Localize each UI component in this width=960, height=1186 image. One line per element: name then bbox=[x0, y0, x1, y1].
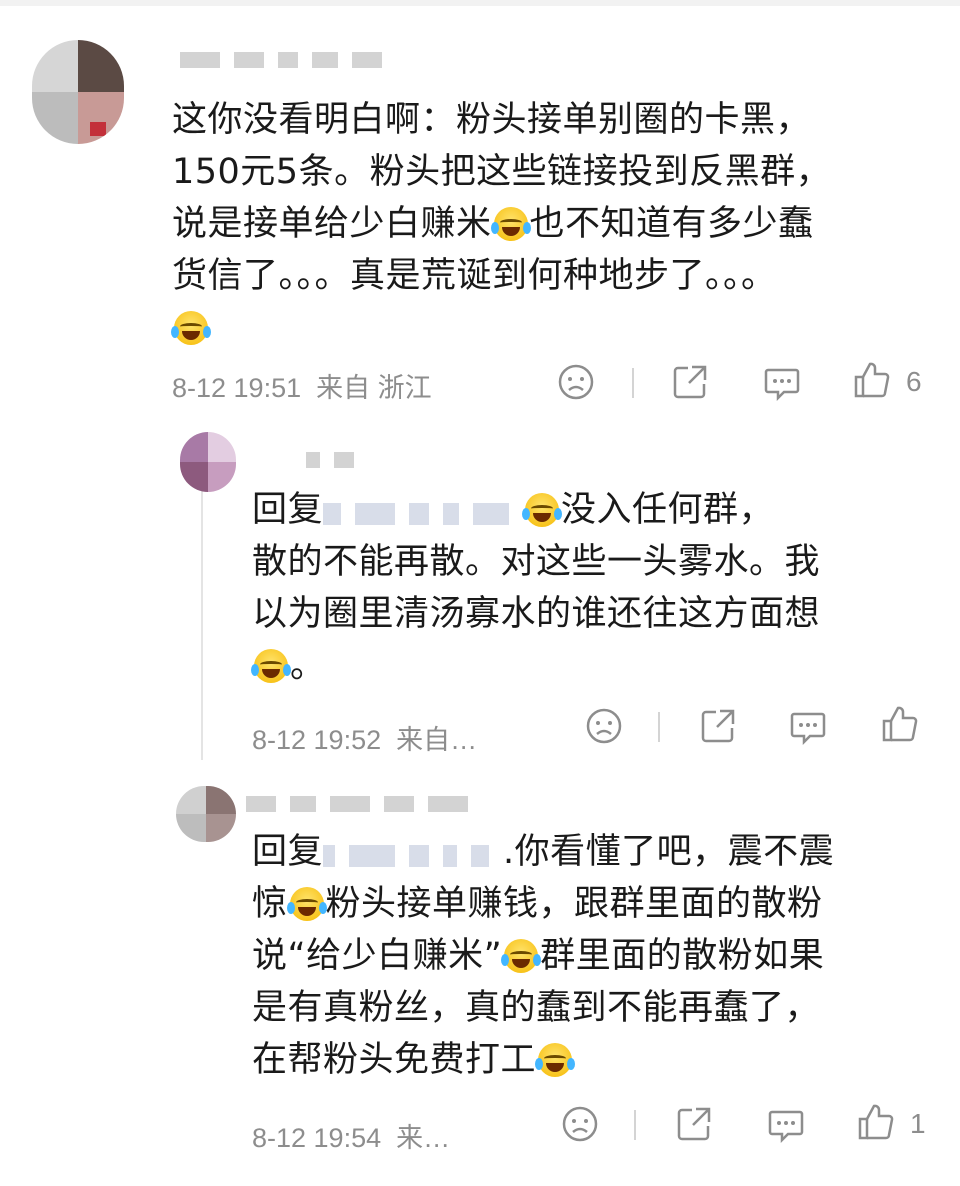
comment-line: 也不知道有多少蠢 bbox=[529, 204, 814, 244]
reply-prefix: 回复 bbox=[252, 490, 324, 530]
reply-line: 说“给少白赚米” bbox=[252, 936, 503, 976]
reply-line: .你看懂了吧，震不震 bbox=[503, 832, 835, 872]
crying-laughing-emoji bbox=[490, 207, 531, 241]
timestamp: 8-12 19:52 bbox=[252, 725, 382, 755]
share-icon[interactable] bbox=[674, 1104, 714, 1144]
username-blurred[interactable] bbox=[180, 52, 382, 68]
reply-line: 。 bbox=[290, 646, 326, 686]
share-icon[interactable] bbox=[698, 706, 738, 746]
avatar[interactable] bbox=[180, 432, 236, 492]
reply-text: 回复 .你看懂了吧，震不震惊粉头接单赚钱，跟群里面的散粉说“给少白赚米” 群里面的散… bbox=[252, 826, 912, 1086]
reply-line: 是有真粉丝，真的蠢到不能再蠢了， bbox=[252, 988, 821, 1028]
top-divider bbox=[0, 0, 960, 6]
reply-line: 粉头接单赚钱，跟群里面的散粉 bbox=[325, 884, 823, 924]
avatar[interactable] bbox=[176, 786, 236, 842]
thumbs-up-icon[interactable] bbox=[880, 704, 920, 744]
divider bbox=[634, 1110, 636, 1140]
reply-line: 群里面的散粉如果 bbox=[540, 936, 825, 976]
sad-face-icon[interactable] bbox=[584, 706, 624, 746]
divider bbox=[658, 712, 660, 742]
reply-line: 以为圈里清汤寡水的谁还往这方面想 bbox=[252, 594, 821, 634]
comment-icon[interactable] bbox=[788, 706, 828, 746]
timestamp: 8-12 19:54 bbox=[252, 1123, 382, 1153]
crying-laughing-emoji bbox=[171, 311, 211, 345]
comment-line: 货信了。。。真是荒诞到何种地步了。。。 bbox=[172, 256, 777, 296]
share-icon[interactable] bbox=[670, 362, 710, 402]
comment-line: 150元5条。粉头把这些链接投到反黑群， bbox=[172, 152, 832, 192]
reply-meta: 8-12 19:54 来… bbox=[252, 1116, 450, 1155]
location: 来自 浙江 bbox=[316, 373, 432, 403]
crying-laughing-emoji bbox=[286, 887, 327, 921]
comment-meta: 8-12 19:51 来自 浙江 bbox=[172, 366, 432, 405]
reply-line: 没入任何群， bbox=[561, 490, 775, 530]
reply-line: 惊 bbox=[252, 884, 288, 924]
location: 来自… bbox=[396, 725, 478, 755]
sad-face-icon[interactable] bbox=[560, 1104, 600, 1144]
timestamp: 8-12 19:51 bbox=[172, 373, 302, 403]
username-blurred[interactable] bbox=[306, 452, 354, 468]
comment-icon[interactable] bbox=[762, 362, 802, 402]
reply-line: 散的不能再散。对这些一头雾水。我 bbox=[252, 542, 821, 582]
reply-prefix: 回复 bbox=[252, 832, 324, 872]
like-count: 1 bbox=[910, 1108, 926, 1139]
comment-icon[interactable] bbox=[766, 1104, 806, 1144]
crying-laughing-emoji bbox=[501, 939, 542, 973]
comment-line: 这你没看明白啊：粉头接单别圈的卡黑， bbox=[172, 100, 812, 140]
crying-laughing-emoji bbox=[535, 1043, 576, 1077]
reply-text: 回复 没入任何群， 散的不能再散。对这些一头雾水。我 以为圈里清汤寡水的谁还往这方面想… bbox=[251, 484, 912, 692]
sad-face-icon[interactable] bbox=[556, 362, 596, 402]
avatar[interactable] bbox=[32, 40, 124, 144]
reply-meta: 8-12 19:52 来自… bbox=[252, 718, 477, 757]
comment-text: 这你没看明白啊：粉头接单别圈的卡黑， 150元5条。粉头把这些链接投到反黑群， 说是… bbox=[171, 94, 932, 354]
comment-line: 说是接单给少白赚米 bbox=[172, 204, 492, 244]
like-count: 6 bbox=[906, 366, 922, 397]
thumbs-up-icon[interactable] bbox=[856, 1102, 896, 1142]
crying-laughing-emoji bbox=[522, 493, 563, 527]
username-blurred[interactable] bbox=[246, 796, 468, 812]
thumbs-up-icon[interactable] bbox=[852, 360, 892, 400]
location: 来… bbox=[396, 1123, 451, 1153]
mentioned-user-blurred[interactable] bbox=[323, 830, 503, 867]
divider bbox=[632, 368, 634, 398]
mentioned-user-blurred[interactable] bbox=[323, 488, 523, 525]
crying-laughing-emoji bbox=[251, 649, 291, 683]
reply-line: 在帮粉头免费打工 bbox=[252, 1040, 537, 1080]
